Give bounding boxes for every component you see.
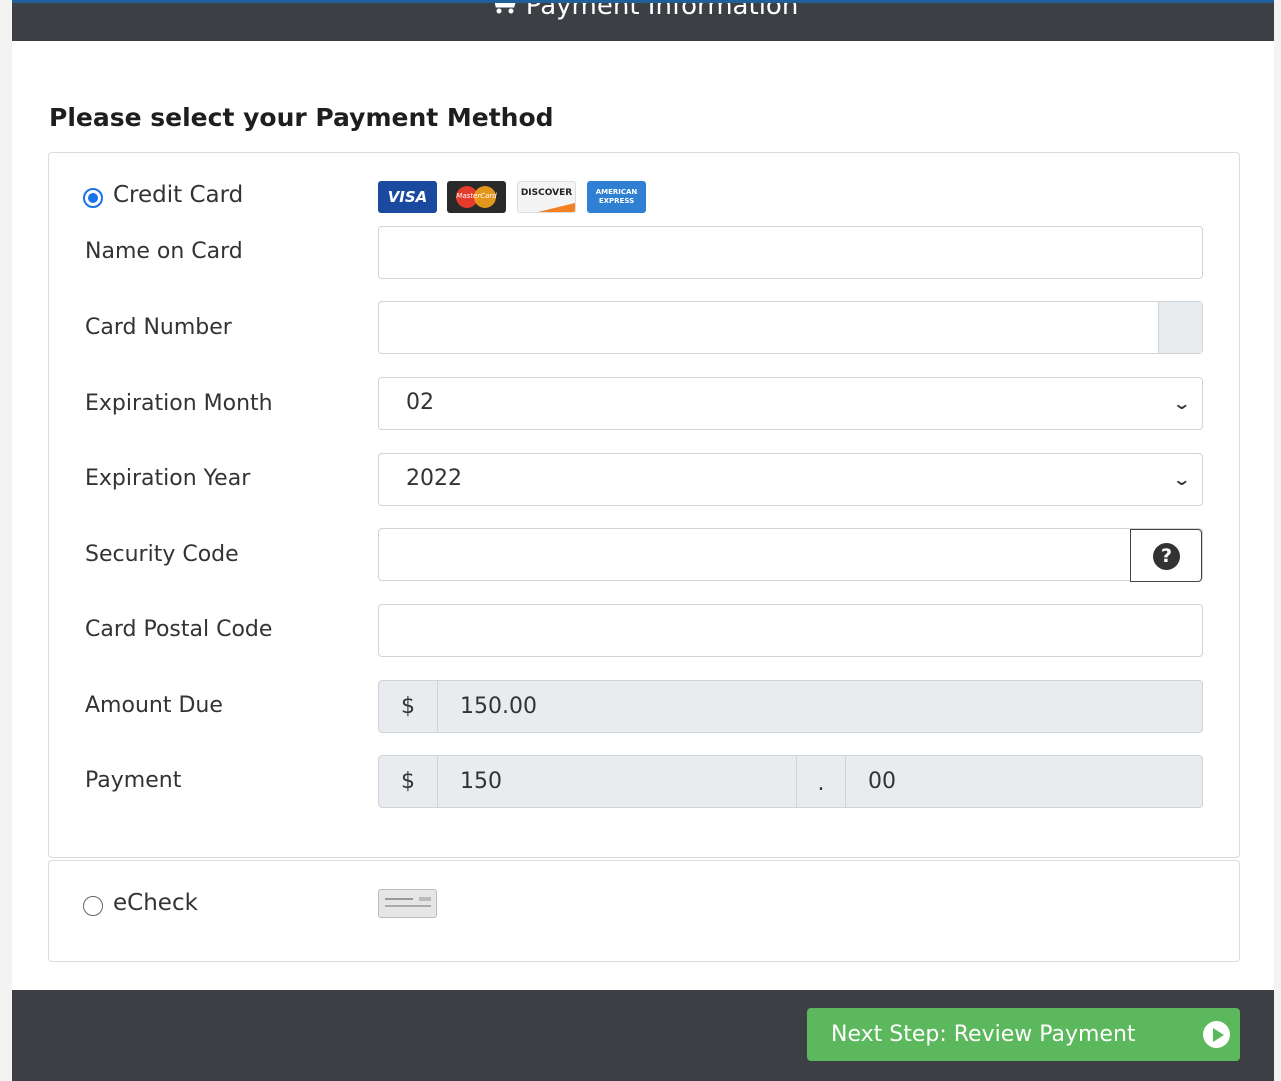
amex-logo: AMERICAN EXPRESS [587, 181, 646, 213]
security-code-input[interactable]: ? [378, 528, 1203, 582]
expiration-month-label: Expiration Month [85, 391, 273, 416]
name-on-card-label: Name on Card [85, 239, 243, 264]
play-circle-icon [1203, 1021, 1230, 1048]
chevron-down-icon: ⌄ [1171, 394, 1191, 413]
expiration-year-value: 2022 [406, 466, 462, 491]
payment-label: Payment [85, 768, 182, 793]
expiration-month-value: 02 [406, 390, 434, 415]
section-title: Please select your Payment Method [49, 103, 554, 132]
expiration-month-select[interactable]: 02 ⌄ [378, 377, 1203, 430]
amount-due-label: Amount Due [85, 693, 223, 718]
card-number-addon [1158, 302, 1202, 353]
credit-card-panel: Credit Card VISA MasterCard DISCOVER AME… [48, 152, 1240, 858]
security-code-label: Security Code [85, 542, 239, 567]
expiration-year-select[interactable]: 2022 ⌄ [378, 453, 1203, 506]
payment-field: $ 150 . 00 [378, 755, 1203, 808]
amount-due-value: 150.00 [460, 694, 537, 719]
amount-due-currency: $ [379, 681, 438, 732]
next-step-button[interactable]: Next Step: Review Payment [807, 1008, 1240, 1061]
footer-bar: Next Step: Review Payment [12, 990, 1274, 1081]
card-number-input[interactable] [378, 301, 1203, 354]
amount-due-field: $ 150.00 [378, 680, 1203, 733]
header-title-text: Payment Information [525, 3, 799, 21]
credit-card-label[interactable]: Credit Card [113, 182, 243, 208]
echeck-panel: eCheck [48, 860, 1240, 962]
card-postal-code-label: Card Postal Code [85, 617, 273, 642]
payment-decimal-separator: . [796, 756, 846, 807]
echeck-radio[interactable] [83, 896, 103, 916]
card-number-label: Card Number [85, 315, 232, 340]
visa-logo: VISA [378, 181, 437, 213]
check-image-icon [378, 889, 437, 918]
cart-icon [488, 3, 518, 24]
expiration-year-label: Expiration Year [85, 466, 251, 491]
echeck-label[interactable]: eCheck [113, 890, 198, 916]
header-bar: Payment Information [12, 3, 1274, 41]
card-postal-code-input[interactable] [378, 604, 1203, 657]
credit-card-radio[interactable] [83, 188, 103, 208]
name-on-card-input[interactable] [378, 226, 1203, 279]
next-step-label: Next Step: Review Payment [831, 1022, 1136, 1047]
question-circle-icon: ? [1153, 543, 1180, 570]
mastercard-logo: MasterCard [447, 181, 506, 213]
payment-cents-input[interactable]: 00 [868, 756, 896, 807]
security-code-help-button[interactable]: ? [1130, 529, 1202, 582]
payment-currency: $ [379, 756, 438, 807]
chevron-down-icon: ⌄ [1171, 470, 1191, 489]
payment-dollars-input[interactable]: 150 [460, 756, 502, 807]
discover-logo: DISCOVER [517, 181, 576, 213]
payment-page: Payment Information Please select your P… [12, 0, 1274, 1081]
page-title: Payment Information [12, 3, 1274, 24]
